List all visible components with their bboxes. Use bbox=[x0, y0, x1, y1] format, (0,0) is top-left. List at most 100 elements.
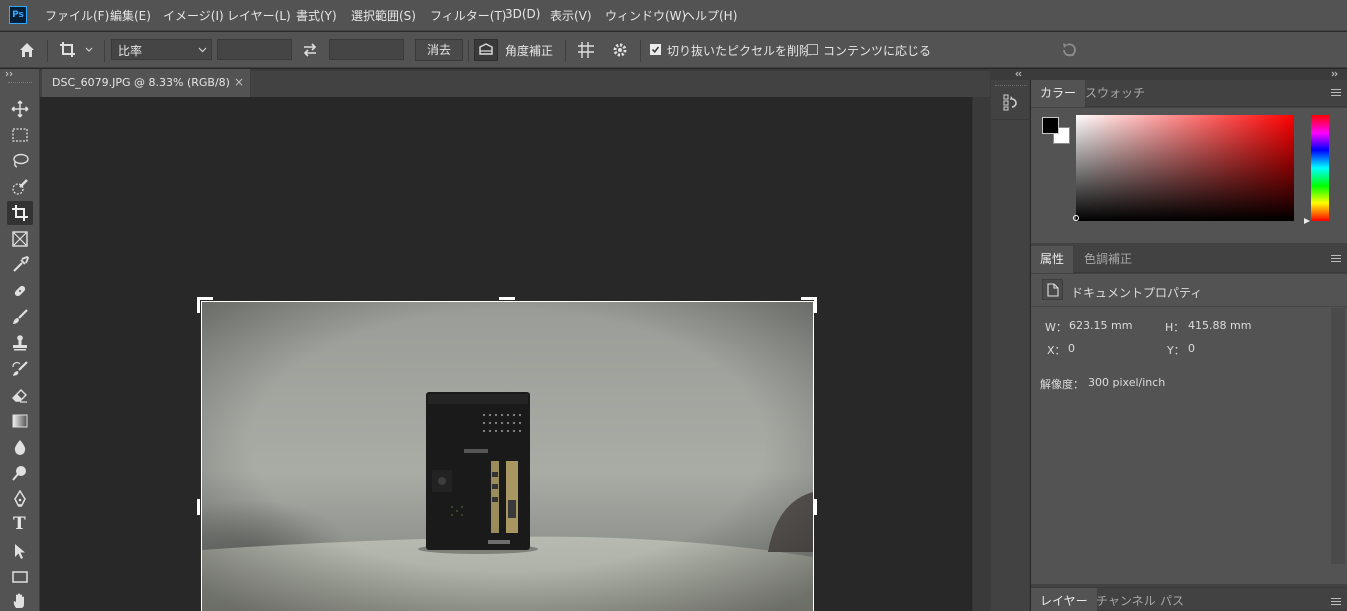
collapse-arrows-icon[interactable] bbox=[5, 71, 15, 77]
spot-healing-brush-tool[interactable] bbox=[7, 279, 33, 303]
panels-header[interactable] bbox=[1031, 69, 1347, 80]
document-tab[interactable]: DSC_6079.JPG @ 8.33% (RGB/8) × bbox=[42, 69, 251, 97]
lasso-tool[interactable] bbox=[7, 149, 33, 173]
x-value[interactable]: 0 bbox=[1068, 342, 1075, 355]
straighten-icon[interactable] bbox=[474, 39, 498, 61]
resolution-label: 解像度： bbox=[1040, 378, 1084, 391]
clear-button[interactable]: 消去 bbox=[415, 39, 463, 61]
frame-tool[interactable] bbox=[7, 227, 33, 251]
height-label: H： bbox=[1165, 321, 1185, 334]
rectangle-tool[interactable] bbox=[7, 565, 33, 589]
separator bbox=[47, 40, 48, 62]
menu-select[interactable]: 選択範囲(S) bbox=[351, 7, 416, 24]
ratio-height-input[interactable] bbox=[329, 39, 404, 60]
tab-properties[interactable]: 属性 bbox=[1031, 246, 1074, 273]
y-label: Y： bbox=[1167, 344, 1185, 357]
history-brush-tool[interactable] bbox=[7, 357, 33, 381]
clone-stamp-tool[interactable] bbox=[7, 331, 33, 355]
ratio-select-value: 比率 bbox=[118, 44, 143, 58]
path-selection-tool[interactable] bbox=[7, 539, 33, 563]
menu-view[interactable]: 表示(V) bbox=[550, 7, 592, 24]
hand-tool[interactable] bbox=[7, 589, 33, 611]
separator bbox=[640, 40, 641, 62]
rectangular-marquee-tool[interactable] bbox=[7, 123, 33, 147]
type-tool[interactable]: T bbox=[7, 513, 33, 537]
crop-icon bbox=[12, 205, 28, 221]
hue-slider-marker-icon[interactable] bbox=[1303, 217, 1311, 225]
grip-handle[interactable] bbox=[995, 85, 1027, 87]
crop-handle-top-middle[interactable] bbox=[499, 297, 515, 300]
menu-layer[interactable]: レイヤー(L) bbox=[227, 7, 291, 24]
rectangle-icon bbox=[12, 571, 28, 583]
panel-menu-icon[interactable] bbox=[1331, 598, 1341, 606]
tab-adjustments[interactable]: 色調補正 bbox=[1075, 246, 1141, 273]
eyedropper-tool[interactable] bbox=[7, 253, 33, 277]
ratio-select[interactable]: 比率 bbox=[111, 39, 212, 60]
crop-preset-icon[interactable] bbox=[58, 40, 96, 60]
height-value[interactable]: 415.88 mm bbox=[1188, 319, 1251, 332]
foreground-color-swatch[interactable] bbox=[1042, 117, 1059, 134]
vertical-scrollbar[interactable] bbox=[972, 97, 990, 611]
brush-icon bbox=[13, 309, 28, 324]
width-value[interactable]: 623.15 mm bbox=[1069, 319, 1132, 332]
menu-help[interactable]: ヘルプ(H) bbox=[683, 7, 737, 24]
menu-type[interactable]: 書式(Y) bbox=[296, 7, 337, 24]
delete-cropped-label[interactable]: 切り抜いたピクセルを削除 bbox=[667, 42, 811, 59]
crop-border-top[interactable] bbox=[201, 301, 814, 302]
crop-handle-middle-right[interactable] bbox=[814, 499, 817, 515]
properties-scrollbar[interactable] bbox=[1331, 308, 1345, 564]
y-value[interactable]: 0 bbox=[1188, 342, 1195, 355]
home-icon[interactable] bbox=[18, 41, 36, 59]
pen-tool[interactable] bbox=[7, 487, 33, 511]
brush-tool[interactable] bbox=[7, 305, 33, 329]
content-aware-label[interactable]: コンテンツに応じる bbox=[823, 42, 931, 59]
width-label: W： bbox=[1045, 321, 1067, 334]
panel-menu-icon[interactable] bbox=[1331, 89, 1341, 97]
eraser-icon bbox=[12, 389, 27, 403]
dodge-tool[interactable] bbox=[7, 461, 33, 485]
tab-swatches[interactable]: スウォッチ bbox=[1076, 80, 1154, 107]
swap-icon[interactable] bbox=[301, 42, 319, 58]
menu-file[interactable]: ファイル(F) bbox=[45, 7, 109, 24]
grip-handle[interactable] bbox=[8, 82, 32, 84]
bandage-icon bbox=[14, 285, 26, 297]
panel-menu-icon[interactable] bbox=[1331, 255, 1341, 263]
overlay-grid-icon[interactable] bbox=[577, 41, 595, 59]
photoshop-logo: Ps bbox=[9, 6, 27, 24]
document-tab-bar: DSC_6079.JPG @ 8.33% (RGB/8) × bbox=[40, 69, 990, 97]
move-tool[interactable] bbox=[7, 97, 33, 121]
close-icon[interactable]: × bbox=[234, 75, 244, 89]
color-field[interactable] bbox=[1073, 115, 1294, 221]
dock-divider bbox=[991, 119, 1031, 120]
properties-section-title: ドキュメントプロパティ bbox=[1071, 286, 1203, 300]
document-image bbox=[202, 302, 813, 611]
menu-filter[interactable]: フィルター(T) bbox=[430, 7, 506, 24]
quick-selection-tool[interactable] bbox=[7, 175, 33, 199]
hue-slider[interactable] bbox=[1311, 115, 1329, 221]
delete-cropped-checkbox[interactable] bbox=[650, 44, 661, 55]
color-picker-marker[interactable] bbox=[1073, 215, 1079, 221]
crop-handle-top-left-v[interactable] bbox=[197, 297, 200, 313]
reset-icon[interactable] bbox=[1060, 41, 1078, 59]
pen-icon bbox=[14, 490, 26, 507]
history-panel-icon[interactable] bbox=[1002, 93, 1020, 111]
menu-window[interactable]: ウィンドウ(W) bbox=[605, 7, 686, 24]
crop-tool[interactable] bbox=[7, 201, 33, 225]
properties-panel: ドキュメントプロパティ W： 623.15 mm H： 415.88 mm X：… bbox=[1031, 274, 1347, 584]
menu-3d[interactable]: 3D(D) bbox=[505, 7, 540, 21]
dock-header[interactable] bbox=[991, 69, 1031, 80]
content-aware-checkbox[interactable] bbox=[807, 44, 818, 55]
menu-image[interactable]: イメージ(I) bbox=[163, 7, 224, 24]
crop-handle-middle-left[interactable] bbox=[197, 499, 200, 515]
tab-paths[interactable]: パス bbox=[1151, 588, 1193, 611]
menu-edit[interactable]: 編集(E) bbox=[110, 7, 151, 24]
gradient-tool[interactable] bbox=[7, 409, 33, 433]
ratio-width-input[interactable] bbox=[217, 39, 292, 60]
blur-tool[interactable] bbox=[7, 435, 33, 459]
settings-gear-icon[interactable] bbox=[611, 41, 629, 59]
straighten-label[interactable]: 角度補正 bbox=[505, 42, 553, 59]
crop-border-left[interactable] bbox=[201, 301, 202, 611]
crop-handle-top-right-v[interactable] bbox=[814, 297, 817, 313]
eraser-tool[interactable] bbox=[7, 383, 33, 407]
crop-border-right[interactable] bbox=[813, 301, 814, 611]
